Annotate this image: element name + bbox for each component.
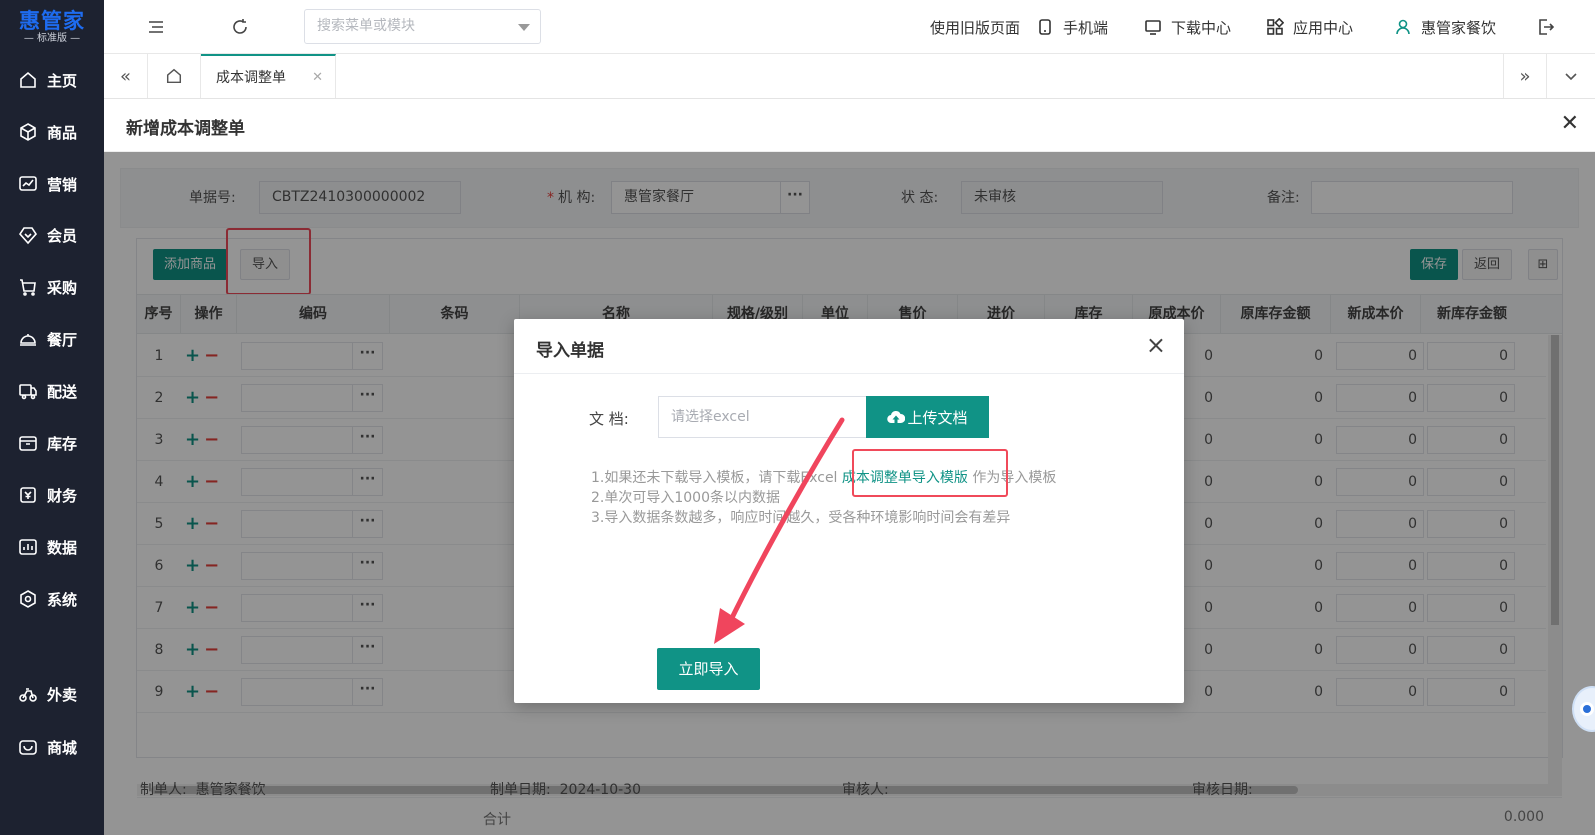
- panel-close-icon[interactable]: ✕: [1561, 111, 1579, 136]
- user-menu[interactable]: 惠管家餐饮: [1394, 0, 1496, 54]
- sidebar-item-system[interactable]: 系统: [0, 579, 104, 619]
- sidebar-item-label: 配送: [47, 382, 78, 401]
- sidebar-item-label: 会员: [47, 226, 78, 245]
- note1-text: 1.如果还未下载导入模板，请下载Excel: [591, 470, 838, 486]
- sidebar-item-member[interactable]: 会员: [0, 215, 104, 255]
- tab-bar: « 成本调整单 ✕ »: [104, 54, 1595, 99]
- diamond-icon: [18, 227, 38, 245]
- chart-icon: [19, 176, 37, 191]
- import-modal: 导入单据 × 文 档: 请选择excel 上传文档 1.如果还未下载导入模板，请…: [514, 319, 1184, 703]
- import-note-2: 2.单次可导入1000条以内数据: [591, 490, 780, 506]
- modal-close-icon[interactable]: ×: [1146, 331, 1166, 359]
- inventory-icon: [19, 436, 37, 451]
- apps-icon: [1267, 18, 1284, 35]
- sidebar-item-label: 系统: [47, 590, 78, 609]
- menu-toggle-icon[interactable]: [146, 17, 166, 37]
- sidebar-item-goods[interactable]: 商品: [0, 112, 104, 152]
- sidebar-item-label: 财务: [47, 486, 78, 505]
- apps-label: 应用中心: [1293, 18, 1354, 37]
- refresh-icon[interactable]: [230, 17, 250, 37]
- mobile-label: 手机端: [1063, 18, 1109, 37]
- home-icon: [20, 71, 36, 88]
- sidebar-item-label: 数据: [47, 538, 78, 557]
- cart-icon: [20, 279, 36, 296]
- sidebar-item-label: 餐厅: [47, 330, 78, 349]
- tab-label: 成本调整单: [216, 70, 286, 86]
- box-icon: [20, 123, 36, 141]
- sidebar-item-home[interactable]: 主页: [0, 60, 104, 100]
- template-link-highlight-box: [852, 449, 1008, 497]
- search-placeholder: 搜索菜单或模块: [317, 18, 415, 34]
- settings-icon: [20, 590, 36, 608]
- sidebar-item-label: 外卖: [47, 685, 78, 704]
- doc-label: 文 档:: [589, 410, 629, 428]
- assistant-eye: [1580, 702, 1594, 716]
- panel-header: 新增成本调整单 ✕: [104, 99, 1595, 152]
- import-note-3: 3.导入数据条数越多，响应时间越久，受各种环境影响时间会有差异: [591, 510, 1011, 526]
- logo[interactable]: 惠管家 — 标准版 —: [0, 0, 104, 54]
- sidebar-item-label: 主页: [47, 71, 78, 90]
- sidebar-item-label: 商城: [47, 738, 78, 757]
- download-center-link[interactable]: 下载中心: [1144, 0, 1231, 54]
- modal-header: 导入单据 ×: [514, 319, 1184, 374]
- sidebar-item-purchase[interactable]: 采购: [0, 267, 104, 307]
- tabs-scroll-right-icon[interactable]: »: [1503, 54, 1547, 98]
- excel-file-input[interactable]: 请选择excel: [658, 396, 866, 438]
- sidebar-item-label: 采购: [47, 278, 78, 297]
- upload-label: 上传文档: [907, 408, 968, 427]
- sidebar-item-data[interactable]: 数据: [0, 527, 104, 567]
- download-label: 下载中心: [1171, 18, 1232, 37]
- sidebar-item-marketing[interactable]: 营销: [0, 164, 104, 204]
- home-tab-icon[interactable]: [148, 54, 201, 98]
- tab-cost-adjustment[interactable]: 成本调整单 ✕: [201, 54, 336, 98]
- menu-search-input[interactable]: 搜索菜单或模块: [304, 9, 541, 44]
- sidebar-item-restaurant[interactable]: 餐厅: [0, 319, 104, 359]
- import-now-button[interactable]: 立即导入: [657, 648, 760, 690]
- sidebar-item-inventory[interactable]: 库存: [0, 423, 104, 463]
- sidebar-item-label: 库存: [47, 434, 78, 453]
- tab-close-icon[interactable]: ✕: [312, 70, 323, 85]
- sidebar: 惠管家 — 标准版 — 主页 商品 营销 会员 采购 餐厅 配送 库存 财务 数…: [0, 0, 104, 835]
- old-page-link[interactable]: 使用旧版页面: [930, 0, 1020, 54]
- old-page-label: 使用旧版页面: [930, 18, 1021, 37]
- dish-icon: [20, 334, 36, 346]
- page-title: 新增成本调整单: [126, 119, 245, 139]
- top-bar: 搜索菜单或模块 使用旧版页面 手机端 下载中心 应用中心 惠管家餐饮: [104, 0, 1595, 54]
- logout-icon[interactable]: [1536, 17, 1556, 37]
- truck-icon: [19, 384, 37, 400]
- app-center-link[interactable]: 应用中心: [1266, 0, 1353, 54]
- sidebar-item-label: 商品: [47, 123, 78, 142]
- finance-icon: [20, 487, 36, 503]
- sidebar-item-finance[interactable]: 财务: [0, 475, 104, 515]
- sidebar-item-delivery[interactable]: 配送: [0, 371, 104, 411]
- sidebar-item-label: 营销: [47, 175, 78, 194]
- cloud-upload-icon: [887, 410, 906, 424]
- brand-edition: — 标准版 —: [23, 33, 81, 44]
- tabs-menu-chevron-icon[interactable]: [1547, 54, 1595, 98]
- user-icon: [1396, 19, 1410, 35]
- phone-icon: [1039, 19, 1051, 35]
- tabs-scroll-left-icon[interactable]: «: [104, 54, 148, 98]
- sidebar-item-mall[interactable]: 商城: [0, 727, 104, 767]
- upload-document-button[interactable]: 上传文档: [866, 396, 989, 438]
- data-icon: [19, 539, 37, 555]
- mobile-link[interactable]: 手机端: [1036, 0, 1108, 54]
- shop-icon: [19, 740, 37, 755]
- user-name: 惠管家餐饮: [1421, 18, 1497, 37]
- brand-name: 惠管家: [19, 9, 85, 33]
- modal-title: 导入单据: [536, 341, 604, 361]
- bike-icon: [19, 688, 37, 702]
- chevron-down-icon: [518, 24, 530, 31]
- sidebar-item-takeout[interactable]: 外卖: [0, 674, 104, 714]
- monitor-icon: [1145, 20, 1161, 35]
